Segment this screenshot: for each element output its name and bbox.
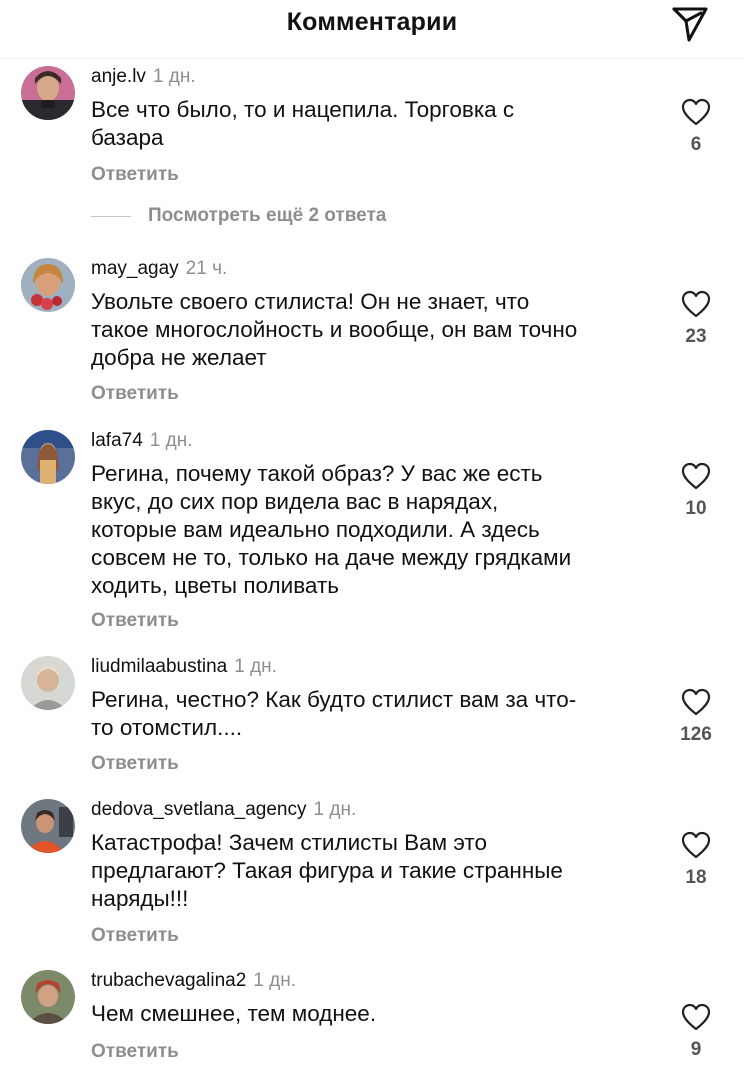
comment-text: Все что было, то и нацепила. Торговка с …: [91, 97, 515, 150]
comment-text: Чем смешнее, тем моднее.: [91, 1001, 377, 1026]
like-count: 10: [685, 498, 707, 519]
comment-username[interactable]: may_agay: [91, 258, 179, 279]
heart-icon[interactable]: [681, 98, 711, 126]
comment-time: 1 дн.: [253, 970, 297, 991]
comment-time: 1 дн.: [313, 799, 357, 820]
reply-button[interactable]: Ответить: [91, 1041, 179, 1063]
like-control: 18: [672, 831, 720, 889]
reply-button[interactable]: Ответить: [91, 383, 179, 405]
avatar[interactable]: [21, 430, 75, 484]
send-icon[interactable]: [668, 4, 712, 44]
comment-username[interactable]: dedova_svetlana_agency: [91, 799, 307, 820]
comment-meta: lafa74 1 дн.: [91, 430, 193, 452]
heart-icon[interactable]: [681, 1003, 711, 1031]
reply-button[interactable]: Ответить: [91, 925, 179, 947]
like-count: 6: [690, 134, 702, 155]
comment-time: 1 дн.: [149, 430, 193, 451]
comment-meta: dedova_svetlana_agency 1 дн.: [91, 799, 356, 821]
like-count: 23: [685, 326, 707, 347]
page-title: Комментарии: [286, 8, 458, 36]
reply-button[interactable]: Ответить: [91, 164, 179, 186]
comment-meta: trubachevagalina2 1 дн.: [91, 970, 296, 992]
like-count: 18: [685, 867, 707, 888]
comment-username[interactable]: trubachevagalina2: [91, 970, 246, 991]
comment-username[interactable]: liudmilaabustina: [91, 656, 227, 677]
heart-icon[interactable]: [681, 831, 711, 859]
like-control: 126: [672, 688, 720, 746]
heart-icon[interactable]: [681, 290, 711, 318]
comment-meta: liudmilaabustina 1 дн.: [91, 656, 277, 678]
like-count: 9: [690, 1039, 702, 1060]
divider: [91, 216, 131, 217]
header-bar: Комментарии: [0, 0, 744, 59]
comment-time: 1 дн.: [152, 66, 196, 87]
comment-time: 1 дн.: [234, 656, 277, 677]
like-control: 23: [672, 290, 720, 348]
comment-time: 21 ч.: [185, 258, 228, 279]
comment-text: Увольте своего стилиста! Он не знает, чт…: [91, 289, 578, 370]
like-count: 126: [680, 724, 712, 745]
avatar[interactable]: [21, 258, 75, 312]
like-control: 9: [672, 1003, 720, 1061]
reply-button[interactable]: Ответить: [91, 753, 179, 775]
like-control: 10: [672, 462, 720, 520]
avatar[interactable]: [21, 970, 75, 1024]
like-control: 6: [672, 98, 720, 156]
comment-text: Катастрофа! Зачем стилисты Вам это предл…: [91, 830, 563, 911]
reply-button[interactable]: Ответить: [91, 610, 179, 632]
comment-username[interactable]: anje.lv: [91, 66, 146, 87]
comment-meta: may_agay 21 ч.: [91, 258, 227, 280]
view-replies-label: Посмотреть ещё 2 ответа: [148, 205, 387, 226]
comment-username[interactable]: lafa74: [91, 430, 143, 451]
heart-icon[interactable]: [681, 688, 711, 716]
avatar[interactable]: [21, 799, 75, 853]
comment-meta: anje.lv 1 дн.: [91, 66, 196, 88]
comment-text: Регина, честно? Как будто стилист вам за…: [91, 687, 577, 740]
heart-icon[interactable]: [681, 462, 711, 490]
avatar[interactable]: [21, 66, 75, 120]
avatar[interactable]: [21, 656, 75, 710]
comment-text: Регина, почему такой образ? У вас же ест…: [91, 461, 572, 598]
